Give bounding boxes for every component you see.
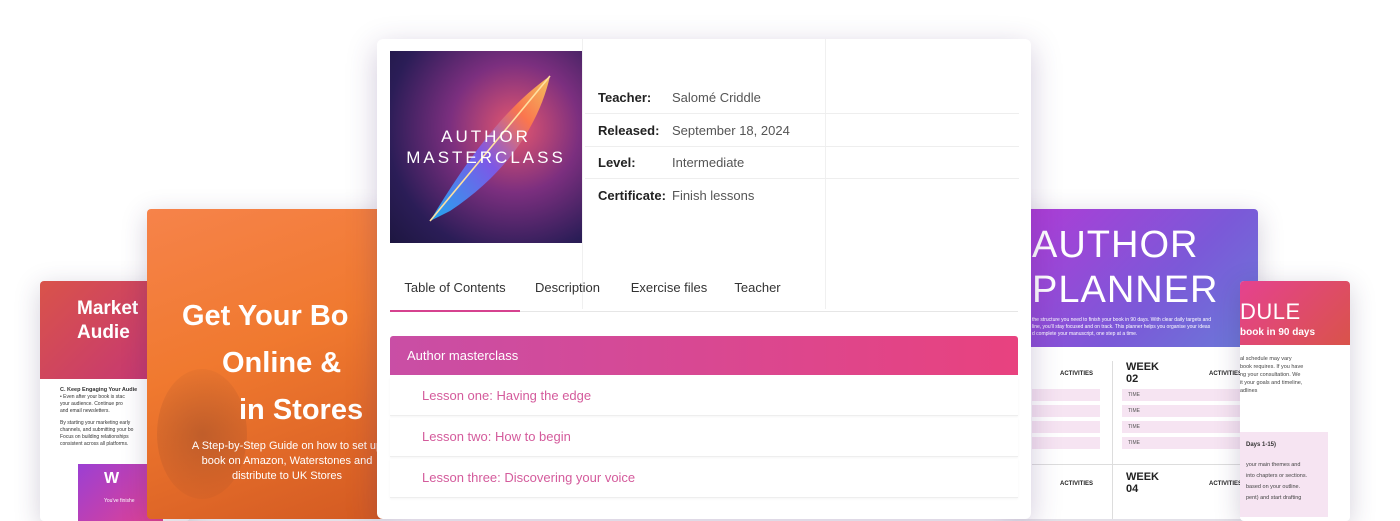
schedule-text-line: adlines	[1240, 388, 1258, 394]
planner-divider	[1032, 464, 1258, 465]
planner-description-line1: the structure you need to finish your bo…	[1032, 317, 1211, 323]
tab-description[interactable]: Description	[530, 269, 605, 310]
schedule-box-line: pent) and start drafting	[1246, 495, 1302, 501]
schedule-subtitle: book in 90 days	[1240, 327, 1316, 338]
planner-divider	[1112, 361, 1113, 519]
planner-week-label: WEEK	[1126, 471, 1159, 483]
schedule-hero: DULE book in 90 days	[1240, 281, 1350, 345]
ebook-title-line3: in Stores	[239, 394, 364, 426]
ebook-subtitle: A Step-by-Step Guide on how to set up bo…	[187, 439, 387, 484]
planner-activities-label: ACTIVITIES	[1209, 481, 1243, 487]
planner-time-row: TIME	[1122, 405, 1247, 417]
schedule-box-text: your main themes and into chapters or se…	[1246, 460, 1307, 504]
meta-divider	[585, 178, 1019, 179]
ebook-cover-preview: Get Your Bo Online & in Stores A Step-by…	[147, 209, 387, 519]
toc-section-header[interactable]: Author masterclass	[390, 336, 1018, 375]
feather-icon	[429, 75, 551, 222]
ebook-subtitle-line1: A Step-by-Step Guide on how to set up	[191, 440, 383, 452]
planner-week-heading: WEEK 04	[1126, 471, 1159, 495]
course-tabs: Table of Contents Description Exercise f…	[390, 269, 1018, 312]
tab-teacher[interactable]: Teacher	[730, 269, 785, 310]
lesson-item[interactable]: Lesson one: Having the edge	[390, 377, 1018, 416]
planner-row	[1032, 421, 1100, 433]
schedule-box: Days 1-15) your main themes and into cha…	[1240, 432, 1328, 517]
course-card: AUTHOR MASTERCLASS Teacher: Salomé Cridd…	[377, 39, 1031, 519]
schedule-text-line: it your goals and timeline,	[1240, 380, 1303, 386]
planner-activities-label: ACTIVITIES	[1060, 481, 1094, 487]
planner-time-row: TIME	[1122, 421, 1247, 433]
schedule-box-title: Days 1-15)	[1246, 442, 1277, 448]
planner-title-line2: PLANNER	[1032, 269, 1219, 311]
planner-description-line2: line, you'll stay focused and on track. …	[1032, 324, 1211, 330]
planner-time-row: TIME	[1122, 437, 1247, 449]
certificate-label: Certificate:	[598, 188, 666, 203]
teacher-value: Salomé Criddle	[672, 90, 761, 105]
released-label: Released:	[598, 123, 660, 138]
author-planner-preview: AUTHOR PLANNER the structure you need to…	[1010, 209, 1258, 519]
schedule-box-line: into chapters or sections.	[1246, 473, 1308, 479]
schedule-text-line: al schedule may vary	[1240, 356, 1292, 362]
ebook-title-line2: Online &	[222, 347, 342, 379]
planner-row	[1032, 389, 1100, 401]
meta-divider	[585, 146, 1019, 147]
planner-activities-label: ACTIVITIES	[1060, 371, 1094, 377]
planner-description: the structure you need to finish your bo…	[1032, 317, 1254, 338]
schedule-box-line: your main themes and	[1246, 462, 1301, 468]
meta-divider	[585, 113, 1019, 114]
planner-activities-label: ACTIVITIES	[1209, 371, 1243, 377]
planner-week-number: 04	[1126, 483, 1139, 495]
schedule-text-line: book requires. If you have	[1240, 364, 1304, 370]
planner-description-line3: d complete your manuscript, one step at …	[1032, 331, 1138, 337]
planner-title-line1: AUTHOR	[1032, 224, 1199, 266]
table-of-contents: Author masterclass Lesson one: Having th…	[390, 336, 1018, 498]
lesson-item[interactable]: Lesson two: How to begin	[390, 418, 1018, 457]
ebook-title: Get Your Bo Online & in Stores	[147, 293, 387, 434]
course-cover-image: AUTHOR MASTERCLASS	[390, 51, 582, 243]
planner-row	[1032, 405, 1100, 417]
schedule-box-line: based on your outline.	[1246, 484, 1301, 490]
certificate-value: Finish lessons	[672, 188, 755, 203]
ebook-subtitle-line2: book on Amazon, Waterstones and	[201, 455, 373, 467]
planner-week-heading: WEEK 02	[1126, 361, 1159, 385]
schedule-doc-preview: DULE book in 90 days al schedule may var…	[1240, 281, 1350, 521]
level-label: Level:	[598, 155, 636, 170]
level-value: Intermediate	[672, 155, 745, 170]
planner-week-number: 02	[1126, 373, 1139, 385]
schedule-title: DULE	[1240, 299, 1301, 324]
tab-table-of-contents[interactable]: Table of Contents	[390, 269, 520, 312]
ebook-title-line1: Get Your Bo	[182, 300, 349, 332]
cover-title-line1: AUTHOR	[441, 127, 531, 146]
released-value: September 18, 2024	[672, 123, 790, 138]
schedule-text-line: ng your consultation. We	[1240, 372, 1301, 378]
teacher-label: Teacher:	[598, 90, 652, 105]
schedule-text: al schedule may vary book requires. If y…	[1240, 355, 1303, 395]
planner-row	[1032, 437, 1100, 449]
ebook-subtitle-line3: distribute to UK Stores	[231, 470, 343, 482]
planner-week-label: WEEK	[1126, 361, 1159, 373]
cover-title-line2: MASTERCLASS	[406, 148, 566, 167]
planner-title: AUTHOR PLANNER	[1032, 223, 1219, 313]
lesson-item[interactable]: Lesson three: Discovering your voice	[390, 459, 1018, 498]
planner-hero: AUTHOR PLANNER the structure you need to…	[1010, 209, 1258, 347]
tab-exercise-files[interactable]: Exercise files	[624, 269, 714, 310]
planner-time-row: TIME	[1122, 389, 1247, 401]
